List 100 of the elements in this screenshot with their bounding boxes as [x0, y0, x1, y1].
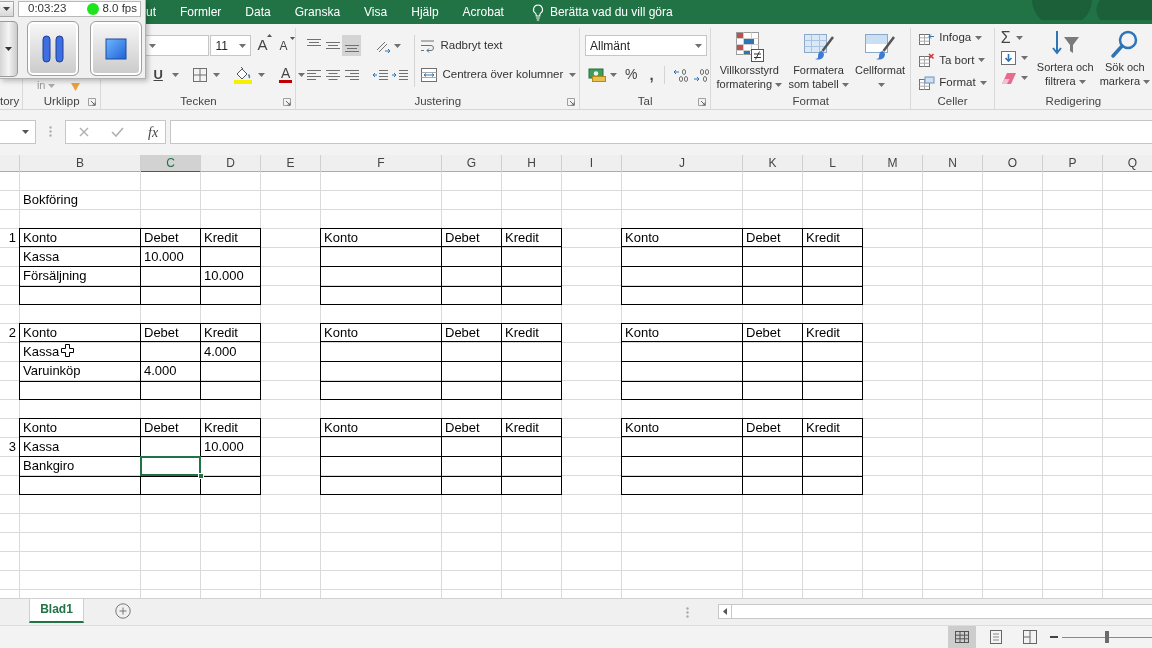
percent-button[interactable]: % — [625, 64, 638, 85]
active-cell[interactable] — [140, 456, 201, 476]
table-cell-text: Kassa — [22, 438, 60, 456]
table-cell-text: Kassa — [22, 248, 60, 266]
pause-button[interactable] — [27, 21, 79, 76]
formula-input[interactable] — [170, 120, 1152, 144]
comma-style-button[interactable]: , — [649, 68, 654, 81]
number-format-field[interactable]: Allmänt — [585, 35, 707, 56]
align-top-icon — [307, 39, 321, 46]
format-as-table-button[interactable]: Formatera som tabell — [786, 31, 851, 93]
find-select-button[interactable]: Sök och markera — [1097, 28, 1152, 93]
group-label: Redigering — [1045, 94, 1102, 109]
table-cell-text: Försäljning — [22, 267, 87, 285]
increase-decimal-icon[interactable] — [672, 67, 689, 82]
format-cells-button[interactable]: Format — [919, 72, 987, 93]
column-header[interactable]: C — [141, 155, 201, 173]
group-label: tory — [0, 95, 20, 107]
table-header-cell-text: Konto — [624, 229, 659, 247]
fill-color-icon[interactable] — [233, 65, 252, 84]
decrease-indent-icon[interactable] — [372, 68, 389, 81]
table-header-cell-text: Konto — [323, 229, 358, 247]
fill-down-icon[interactable] — [1000, 51, 1016, 65]
sheet-tab[interactable]: Blad1 — [29, 599, 84, 623]
table-header-cell-text: Kredit — [203, 229, 238, 247]
grip-icon — [49, 126, 52, 137]
wrap-text-button[interactable]: Radbryt text — [421, 36, 503, 55]
decrease-decimal-icon[interactable] — [692, 67, 709, 82]
dialog-launcher-icon[interactable] — [567, 97, 575, 106]
group-label: Urklipp — [43, 94, 80, 109]
fill-handle[interactable] — [198, 473, 204, 479]
group-label: Tal — [637, 94, 653, 109]
tell-me-search[interactable]: Berätta vad du vill göra — [549, 3, 673, 21]
mode-dropdown[interactable] — [0, 0, 14, 17]
caret-icon[interactable] — [239, 43, 247, 48]
status-dot-icon — [87, 2, 100, 15]
borders-icon[interactable] — [192, 67, 207, 82]
page-icon — [990, 630, 1002, 644]
increase-indent-icon[interactable] — [392, 68, 409, 81]
table-header-cell-text: Debet — [745, 229, 781, 247]
stop-button[interactable] — [90, 21, 142, 76]
cell-styles-button[interactable]: Cellformat — [852, 31, 908, 93]
table-header-cell-text: Kredit — [203, 324, 238, 342]
underline-button[interactable]: U — [150, 64, 166, 85]
dialog-launcher-icon[interactable] — [698, 97, 707, 106]
sort-filter-button[interactable]: Sortera och filtrera — [1034, 28, 1096, 93]
table-header-cell-text: Konto — [22, 229, 57, 247]
dialog-launcher-icon[interactable] — [283, 97, 292, 106]
ribbon-tab[interactable]: Formler — [168, 0, 234, 24]
add-sheet-icon[interactable] — [115, 603, 131, 619]
ribbon-tab[interactable]: Data — [233, 0, 283, 24]
grow-font-button[interactable]: A — [257, 34, 273, 57]
ribbon-tab[interactable]: Granska — [282, 0, 353, 24]
table-header-cell-text: Kredit — [805, 324, 840, 342]
shrink-font-button[interactable]: A — [279, 36, 296, 55]
format-cells-icon — [919, 75, 936, 90]
caret-icon[interactable] — [22, 130, 29, 134]
font-color-button[interactable]: A — [278, 66, 293, 83]
ribbon-tab[interactable]: Hjälp — [399, 0, 451, 24]
ribbon-tab[interactable]: Acrobat — [450, 0, 516, 24]
align-left-icon[interactable] — [307, 68, 321, 81]
insert-function-button[interactable]: fx — [148, 121, 159, 143]
dialog-launcher-icon[interactable] — [88, 97, 97, 106]
table-header-cell-text: Kredit — [504, 419, 539, 437]
align-center-icon[interactable] — [326, 68, 340, 81]
entry-number: 1 — [8, 229, 17, 247]
horizontal-scrollbar[interactable] — [732, 604, 1152, 619]
caret-icon[interactable] — [3, 6, 10, 11]
align-right-icon[interactable] — [345, 68, 359, 81]
table-cell-text: 10.000 — [203, 267, 244, 285]
table-header-cell-text: Konto — [22, 419, 57, 437]
insert-cells-button[interactable]: Infoga — [919, 28, 983, 48]
table-header-cell-text: Debet — [143, 419, 179, 437]
align-bottom-button[interactable] — [342, 35, 362, 56]
money-icon[interactable] — [588, 67, 606, 82]
caret-down-icon — [290, 36, 296, 40]
font-name-field[interactable] — [144, 35, 210, 56]
delete-cells-button[interactable]: Ta bort — [919, 50, 986, 71]
conditional-formatting-button[interactable]: Villkorsstyrd formatering — [714, 31, 785, 93]
font-size-field[interactable]: 11 — [210, 35, 252, 56]
merge-center-button[interactable]: Centrera över kolumner — [421, 65, 564, 84]
table-header-cell-text: Kredit — [805, 419, 840, 437]
ribbon-tab[interactable]: Visa — [352, 0, 400, 24]
page-break-icon — [1023, 630, 1037, 644]
caret-icon[interactable] — [149, 43, 157, 48]
table-header-cell-text: Debet — [444, 419, 480, 437]
caret-icon[interactable] — [695, 43, 702, 48]
pause-icon — [42, 34, 64, 63]
scroll-left-button[interactable] — [718, 604, 732, 619]
table-header-cell-text: Konto — [624, 324, 659, 342]
table-header-cell-text: Debet — [745, 324, 781, 342]
eraser-icon[interactable] — [1000, 72, 1016, 84]
caret-icon[interactable] — [5, 47, 12, 51]
align-bottom-icon — [345, 45, 359, 52]
lightbulb-icon — [531, 3, 544, 21]
sheet-title: Bokföring — [22, 191, 78, 209]
ribbon-tab[interactable]: ut — [146, 0, 168, 24]
normal-view-button[interactable] — [948, 626, 976, 648]
zoom-thumb[interactable] — [1105, 630, 1109, 643]
autosum-button[interactable]: Σ — [1000, 30, 1011, 46]
table-header-cell-text: Konto — [22, 324, 57, 342]
